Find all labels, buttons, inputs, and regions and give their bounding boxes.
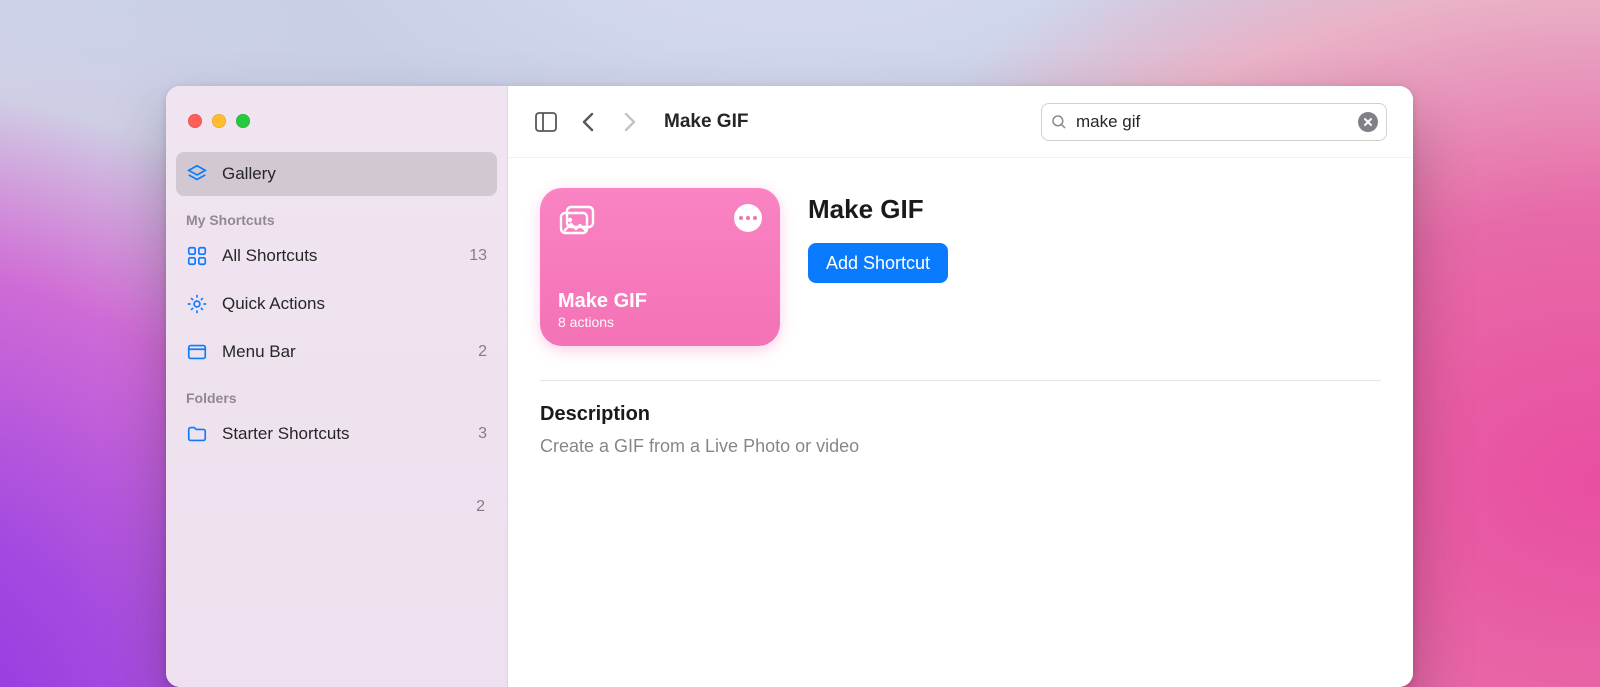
sidebar-item-count: 13 [469,247,487,265]
toolbar: Make GIF [508,86,1413,158]
divider [540,380,1381,381]
add-shortcut-button[interactable]: Add Shortcut [808,243,948,283]
sidebar-item-count: 3 [478,425,487,443]
sidebar-item-quick-actions[interactable]: Quick Actions [176,282,497,326]
photos-icon [558,204,600,245]
gallery-icon [186,163,208,185]
description-body: Create a GIF from a Live Photo or video [540,436,1381,457]
sidebar-item-gallery[interactable]: Gallery [176,152,497,196]
toggle-sidebar-button[interactable] [534,111,558,133]
shortcut-detail: Make GIF Add Shortcut [808,188,948,283]
main-pane: Make GIF [508,86,1413,687]
shortcut-tile[interactable]: Make GIF 8 actions [540,188,780,346]
close-window-button[interactable] [188,114,202,128]
window-controls [166,100,507,150]
search-field[interactable] [1041,103,1387,141]
desktop: Gallery My Shortcuts All Shortcuts 13 [0,0,1600,687]
folder-icon [186,423,208,445]
sidebar-item-label: All Shortcuts [222,246,455,266]
tile-name: Make GIF [558,290,762,312]
sidebar: Gallery My Shortcuts All Shortcuts 13 [166,86,508,687]
page-title: Make GIF [664,111,748,133]
shortcut-hero: Make GIF 8 actions Make GIF Add Shortcut [540,188,1381,346]
minimize-window-button[interactable] [212,114,226,128]
sidebar-item-label: Menu Bar [222,342,464,362]
sidebar-item-label: Quick Actions [222,294,473,314]
description-heading: Description [540,403,1381,426]
sidebar-heading-myshortcuts: My Shortcuts [166,198,507,232]
grid-icon [186,245,208,267]
sidebar-item-count: 2 [478,343,487,361]
fullscreen-window-button[interactable] [236,114,250,128]
clear-search-button[interactable] [1358,112,1378,132]
content: Make GIF 8 actions Make GIF Add Shortcut… [508,158,1413,487]
sidebar-item-menu-bar[interactable]: Menu Bar 2 [176,330,497,374]
tile-subtitle: 8 actions [558,314,762,330]
forward-button[interactable] [620,111,638,133]
sidebar-item-all-shortcuts[interactable]: All Shortcuts 13 [176,234,497,278]
sidebar-heading-folders: Folders [166,376,507,410]
sidebar-item-label: Starter Shortcuts [222,424,464,444]
gear-icon [186,293,208,315]
search-input[interactable] [1076,112,1350,132]
menubar-icon [186,341,208,363]
sidebar-item-label: Gallery [222,164,487,184]
sidebar-orphan-count: 2 [166,458,507,516]
sidebar-item-starter-shortcuts[interactable]: Starter Shortcuts 3 [176,412,497,456]
detail-title: Make GIF [808,194,948,225]
more-button[interactable] [734,204,762,232]
app-window: Gallery My Shortcuts All Shortcuts 13 [166,86,1413,687]
search-icon [1050,113,1068,131]
back-button[interactable] [580,111,598,133]
